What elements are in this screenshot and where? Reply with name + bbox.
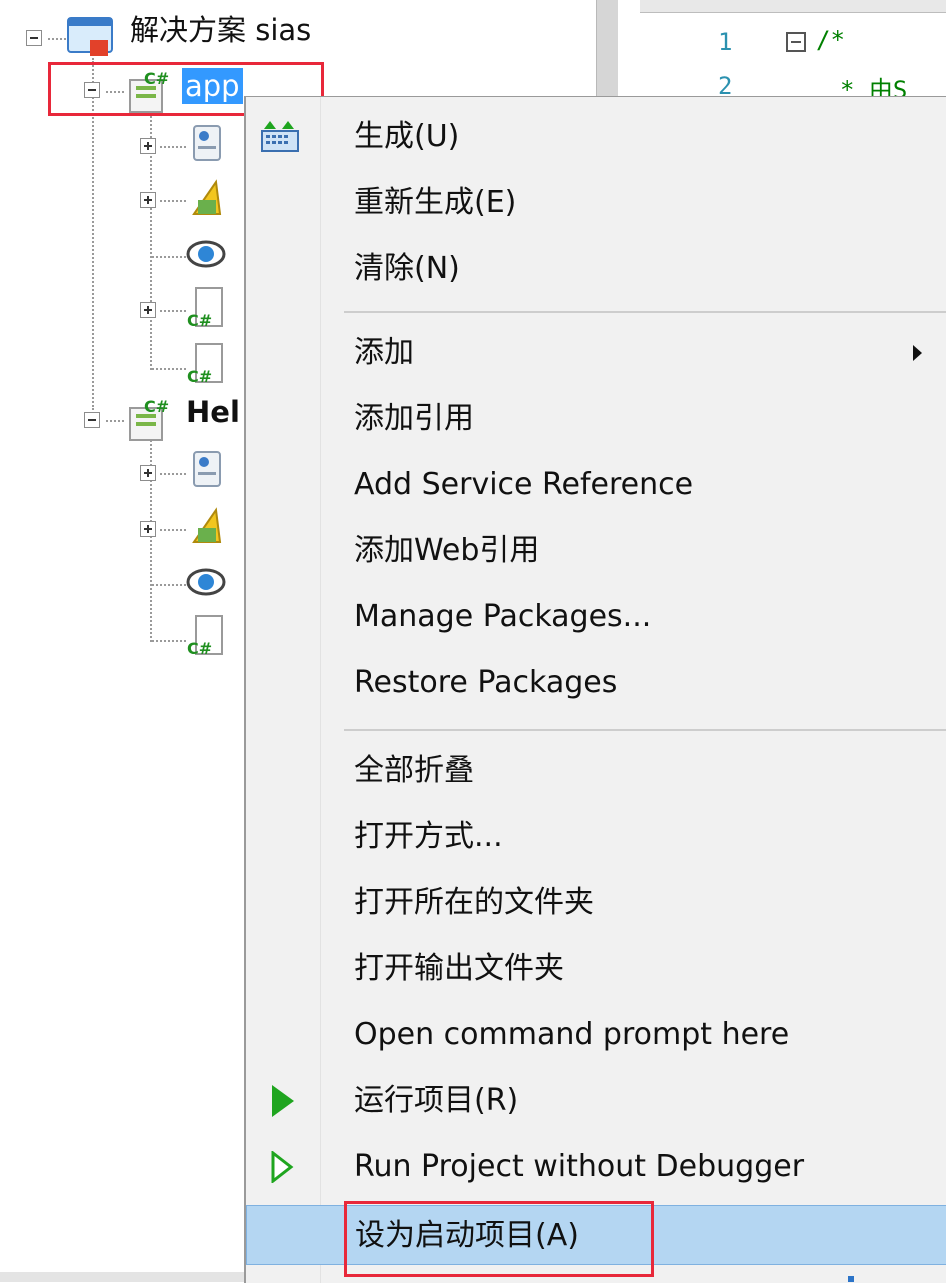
properties-icon bbox=[193, 451, 221, 487]
expand-file-toggle[interactable] bbox=[140, 302, 156, 318]
menu-item-label: Run Project without Debugger bbox=[354, 1149, 805, 1184]
project-hel-label[interactable]: Hel bbox=[186, 394, 240, 430]
menu-item-label: 添加 bbox=[354, 335, 414, 370]
svg-text:C#: C# bbox=[187, 639, 212, 658]
csharp-file-icon: C# bbox=[187, 287, 223, 330]
menu-item-label: Add Service Reference bbox=[354, 467, 694, 502]
tree-connector bbox=[106, 420, 124, 422]
svg-text:C#: C# bbox=[187, 367, 212, 386]
menu-item-collapse-all[interactable]: 全部折叠 bbox=[246, 741, 946, 801]
menu-item-add-web-reference[interactable]: 添加Web引用 bbox=[246, 521, 946, 581]
menu-item-open-with[interactable]: 打开方式... bbox=[246, 807, 946, 867]
run-without-debugger-icon bbox=[271, 1151, 294, 1183]
status-strip bbox=[0, 1272, 244, 1282]
menu-item-rebuild[interactable]: 重新生成(E) bbox=[246, 173, 946, 233]
svg-text:C#: C# bbox=[144, 397, 169, 416]
menu-item-open-output-folder[interactable]: 打开输出文件夹 bbox=[246, 939, 946, 999]
status-indicator bbox=[848, 1276, 854, 1282]
menu-item-manage-packages[interactable]: Manage Packages... bbox=[246, 587, 946, 647]
menu-item-label: 打开输出文件夹 bbox=[354, 951, 564, 986]
tree-connector bbox=[150, 432, 152, 642]
menu-separator bbox=[344, 311, 946, 313]
submenu-arrow-icon bbox=[913, 345, 922, 361]
menu-item-label: 全部折叠 bbox=[354, 753, 474, 788]
menu-item-label: Manage Packages... bbox=[354, 599, 652, 634]
tree-connector bbox=[160, 200, 186, 202]
expand-references-toggle[interactable] bbox=[140, 192, 156, 208]
collapse-project-hel-toggle[interactable] bbox=[84, 412, 100, 428]
menu-item-label: 生成(U) bbox=[354, 119, 460, 154]
code-fold-toggle[interactable] bbox=[786, 32, 806, 52]
menu-item-label: 添加引用 bbox=[354, 401, 474, 436]
menu-item-add[interactable]: 添加 bbox=[246, 323, 946, 383]
expand-references-toggle[interactable] bbox=[140, 521, 156, 537]
csharp-file-icon: C# bbox=[187, 615, 223, 658]
collapse-solution-toggle[interactable] bbox=[26, 30, 42, 46]
context-menu: 生成(U) 重新生成(E) 清除(N) 添加 添加引用 Add Service … bbox=[244, 96, 946, 1283]
csharp-project-icon: C# bbox=[129, 397, 169, 441]
tree-connector bbox=[152, 256, 186, 258]
menu-item-add-reference[interactable]: 添加引用 bbox=[246, 389, 946, 449]
menu-item-open-containing-folder[interactable]: 打开所在的文件夹 bbox=[246, 873, 946, 933]
solution-label[interactable]: 解决方案 sias bbox=[130, 12, 311, 48]
menu-item-label: Restore Packages bbox=[354, 665, 618, 700]
menu-item-run-project[interactable]: 运行项目(R) bbox=[246, 1071, 946, 1131]
expand-properties-toggle[interactable] bbox=[140, 138, 156, 154]
tree-connector bbox=[160, 310, 186, 312]
editor-tab-strip bbox=[640, 0, 946, 13]
menu-item-label: 添加Web引用 bbox=[354, 533, 540, 568]
menu-item-label: 清除(N) bbox=[354, 251, 460, 286]
menu-item-restore-packages[interactable]: Restore Packages bbox=[246, 653, 946, 713]
menu-item-build[interactable]: 生成(U) bbox=[246, 107, 946, 167]
tree-connector bbox=[152, 584, 186, 586]
menu-item-open-command-prompt[interactable]: Open command prompt here bbox=[246, 1005, 946, 1065]
tree-connector bbox=[160, 529, 186, 531]
menu-item-label: Open command prompt here bbox=[354, 1017, 790, 1052]
menu-item-label: 打开方式... bbox=[354, 819, 503, 854]
tree-connector bbox=[152, 640, 186, 642]
references-icon bbox=[192, 179, 222, 215]
run-icon bbox=[272, 1085, 294, 1117]
menu-item-add-service-reference[interactable]: Add Service Reference bbox=[246, 455, 946, 515]
web-reference-icon bbox=[186, 240, 226, 268]
tree-connector bbox=[152, 368, 186, 370]
menu-separator bbox=[344, 729, 946, 731]
code-line[interactable]: /* bbox=[816, 26, 845, 54]
menu-item-run-without-debugger[interactable]: Run Project without Debugger bbox=[246, 1137, 946, 1197]
expand-properties-toggle[interactable] bbox=[140, 465, 156, 481]
tree-connector bbox=[48, 38, 66, 40]
tree-connector bbox=[160, 146, 186, 148]
csharp-file-icon: C# bbox=[187, 343, 223, 386]
references-icon bbox=[192, 507, 222, 543]
solution-icon bbox=[67, 17, 113, 56]
menu-item-label: 运行项目(R) bbox=[354, 1083, 519, 1118]
line-number: 1 bbox=[718, 28, 733, 56]
menu-item-clean[interactable]: 清除(N) bbox=[246, 239, 946, 299]
tree-connector bbox=[160, 473, 186, 475]
build-icon bbox=[261, 121, 299, 152]
web-reference-icon bbox=[186, 568, 226, 596]
properties-icon bbox=[193, 125, 221, 161]
svg-text:C#: C# bbox=[187, 311, 212, 330]
startup-item-highlight bbox=[344, 1201, 654, 1277]
menu-item-label: 打开所在的文件夹 bbox=[354, 885, 594, 920]
menu-item-label: 重新生成(E) bbox=[354, 185, 517, 220]
